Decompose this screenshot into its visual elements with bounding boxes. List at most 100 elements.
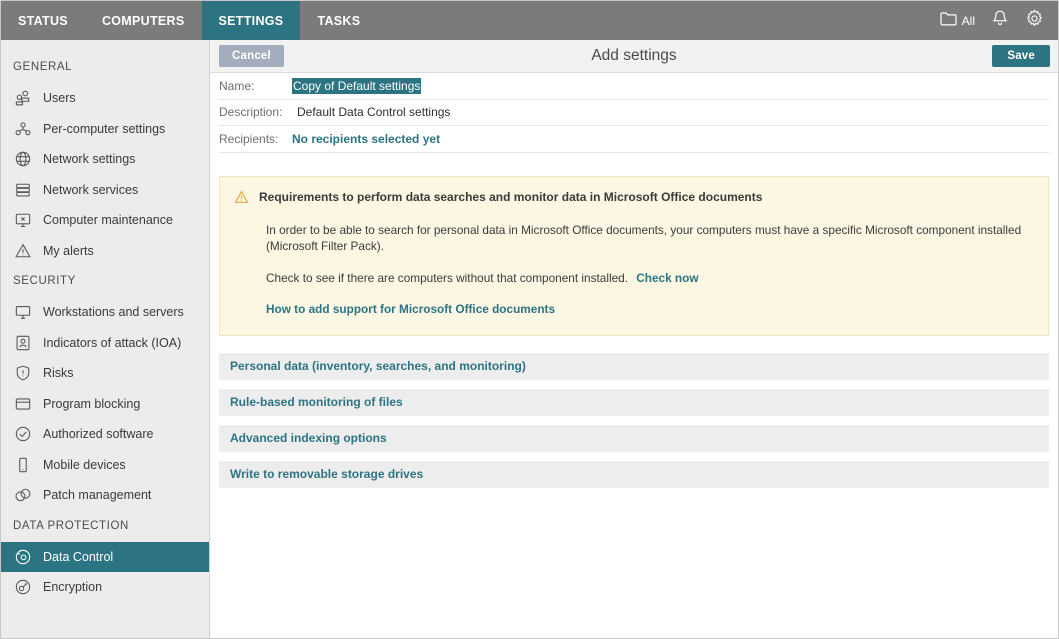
user-badge-icon <box>13 333 32 352</box>
save-button[interactable]: Save <box>992 45 1050 67</box>
notifications-button[interactable] <box>992 9 1008 32</box>
sidebar-item-mobile-devices-label: Mobile devices <box>43 459 126 472</box>
name-input[interactable]: Copy of Default settings <box>292 78 421 94</box>
settings-form: Name: Copy of Default settings Descripti… <box>210 73 1058 153</box>
encryption-orbit-icon <box>13 578 32 597</box>
sidebar-item-my-alerts[interactable]: My alerts <box>1 236 209 267</box>
section-rule-based-monitoring[interactable]: Rule-based monitoring of files <box>219 389 1049 416</box>
warning-body: In order to be able to search for person… <box>234 222 1032 318</box>
name-field-label: Name: <box>219 79 292 93</box>
settings-sections: Personal data (inventory, searches, and … <box>219 353 1049 497</box>
sidebar-item-mobile-devices[interactable]: Mobile devices <box>1 450 209 481</box>
page-title: Add settings <box>210 47 1058 65</box>
sidebar-item-workstations-and-servers[interactable]: Workstations and servers <box>1 297 209 328</box>
sidebar-item-users-label: Users <box>43 92 76 105</box>
section-removable-storage-label: Write to removable storage drives <box>230 467 423 481</box>
main-content: Cancel Add settings Save Name: Copy of D… <box>210 40 1058 638</box>
tab-computers[interactable]: COMPUTERS <box>85 1 202 40</box>
tab-status-label: STATUS <box>18 14 68 28</box>
mobile-phone-icon <box>13 455 32 474</box>
top-navigation-bar: STATUS COMPUTERS SETTINGS TASKS All <box>1 1 1058 40</box>
section-rule-based-monitoring-label: Rule-based monitoring of files <box>230 395 403 409</box>
window-icon <box>13 394 32 413</box>
sidebar: GENERAL Users Per-computer se <box>1 40 210 638</box>
sidebar-item-encryption-label: Encryption <box>43 581 102 594</box>
desktop-icon <box>13 303 32 322</box>
main-toolbar: Cancel Add settings Save <box>210 40 1058 73</box>
group-filter-button[interactable]: All <box>940 11 975 31</box>
section-advanced-indexing[interactable]: Advanced indexing options <box>219 425 1049 452</box>
sidebar-item-authorized-software[interactable]: Authorized software <box>1 419 209 450</box>
sidebar-item-risks-label: Risks <box>43 367 74 380</box>
sidebar-item-authorized-software-label: Authorized software <box>43 428 153 441</box>
group-filter-label: All <box>962 14 975 28</box>
cancel-button[interactable]: Cancel <box>219 45 284 67</box>
sidebar-item-risks[interactable]: Risks <box>1 358 209 389</box>
topbar-spacer <box>377 1 939 40</box>
sidebar-item-program-blocking-label: Program blocking <box>43 398 140 411</box>
sidebar-item-computer-maintenance[interactable]: Computer maintenance <box>1 205 209 236</box>
tab-settings-label: SETTINGS <box>219 14 284 28</box>
warning-triangle-icon <box>234 190 249 207</box>
office-support-help-link[interactable]: How to add support for Microsoft Office … <box>266 302 555 316</box>
app-body: GENERAL Users Per-computer se <box>1 40 1058 638</box>
globe-icon <box>13 150 32 169</box>
bell-icon <box>992 9 1008 32</box>
section-removable-storage[interactable]: Write to removable storage drives <box>219 461 1049 488</box>
sidebar-group-security-title: SECURITY <box>1 266 209 297</box>
sidebar-group-general-title: GENERAL <box>1 52 209 83</box>
field-row-description: Description: Default Data Control settin… <box>219 100 1049 127</box>
sidebar-item-network-settings-label: Network settings <box>43 153 135 166</box>
sidebar-group-data-protection-title: DATA PROTECTION <box>1 511 209 542</box>
users-icon <box>13 89 32 108</box>
tab-computers-label: COMPUTERS <box>102 14 185 28</box>
network-nodes-icon <box>13 119 32 138</box>
settings-gear-button[interactable] <box>1025 9 1044 33</box>
data-orbit-icon <box>13 547 32 566</box>
warning-header: Requirements to perform data searches an… <box>234 190 1032 207</box>
tab-tasks-label: TASKS <box>317 14 360 28</box>
tab-status[interactable]: STATUS <box>1 1 85 40</box>
tab-tasks[interactable]: TASKS <box>300 1 377 40</box>
sidebar-item-my-alerts-label: My alerts <box>43 245 94 258</box>
sidebar-item-data-control-label: Data Control <box>43 551 113 564</box>
server-stack-icon <box>13 180 32 199</box>
sidebar-item-network-services[interactable]: Network services <box>1 175 209 206</box>
sidebar-item-encryption[interactable]: Encryption <box>1 572 209 603</box>
sidebar-item-workstations-and-servers-label: Workstations and servers <box>43 306 184 319</box>
warning-check-text: Check to see if there are computers with… <box>266 271 628 285</box>
field-row-name: Name: Copy of Default settings <box>219 73 1049 100</box>
warning-check-line: Check to see if there are computers with… <box>266 270 1032 287</box>
sidebar-item-network-services-label: Network services <box>43 184 138 197</box>
warning-help-line: How to add support for Microsoft Office … <box>266 301 1032 318</box>
recipients-field-label: Recipients: <box>219 132 292 146</box>
sidebar-item-patch-management[interactable]: Patch management <box>1 480 209 511</box>
section-advanced-indexing-label: Advanced indexing options <box>230 431 387 445</box>
patch-overlap-icon <box>13 486 32 505</box>
tab-settings[interactable]: SETTINGS <box>202 1 301 40</box>
sidebar-item-patch-management-label: Patch management <box>43 489 151 502</box>
nav-tab-list: STATUS COMPUTERS SETTINGS TASKS <box>1 1 377 40</box>
field-row-recipients: Recipients: No recipients selected yet <box>219 126 1049 153</box>
recipients-select-link[interactable]: No recipients selected yet <box>292 132 440 146</box>
description-input[interactable]: Default Data Control settings <box>292 105 450 119</box>
check-circle-icon <box>13 425 32 444</box>
sidebar-item-computer-maintenance-label: Computer maintenance <box>43 214 173 227</box>
toolbar-right: Save <box>992 45 1050 67</box>
section-personal-data[interactable]: Personal data (inventory, searches, and … <box>219 353 1049 380</box>
warning-paragraph: In order to be able to search for person… <box>266 222 1032 255</box>
topbar-actions: All <box>940 1 1058 40</box>
sidebar-item-data-control[interactable]: Data Control <box>1 542 209 573</box>
description-field-label: Description: <box>219 105 292 119</box>
monitor-x-icon <box>13 211 32 230</box>
requirements-warning-panel: Requirements to perform data searches an… <box>219 176 1049 336</box>
sidebar-item-per-computer-settings[interactable]: Per-computer settings <box>1 114 209 145</box>
sidebar-item-program-blocking[interactable]: Program blocking <box>1 389 209 420</box>
section-personal-data-label: Personal data (inventory, searches, and … <box>230 359 526 373</box>
check-now-link[interactable]: Check now <box>636 271 698 285</box>
folder-icon <box>940 11 957 31</box>
sidebar-item-users[interactable]: Users <box>1 83 209 114</box>
sidebar-item-per-computer-settings-label: Per-computer settings <box>43 123 165 136</box>
sidebar-item-indicators-of-attack[interactable]: Indicators of attack (IOA) <box>1 328 209 359</box>
sidebar-item-network-settings[interactable]: Network settings <box>1 144 209 175</box>
